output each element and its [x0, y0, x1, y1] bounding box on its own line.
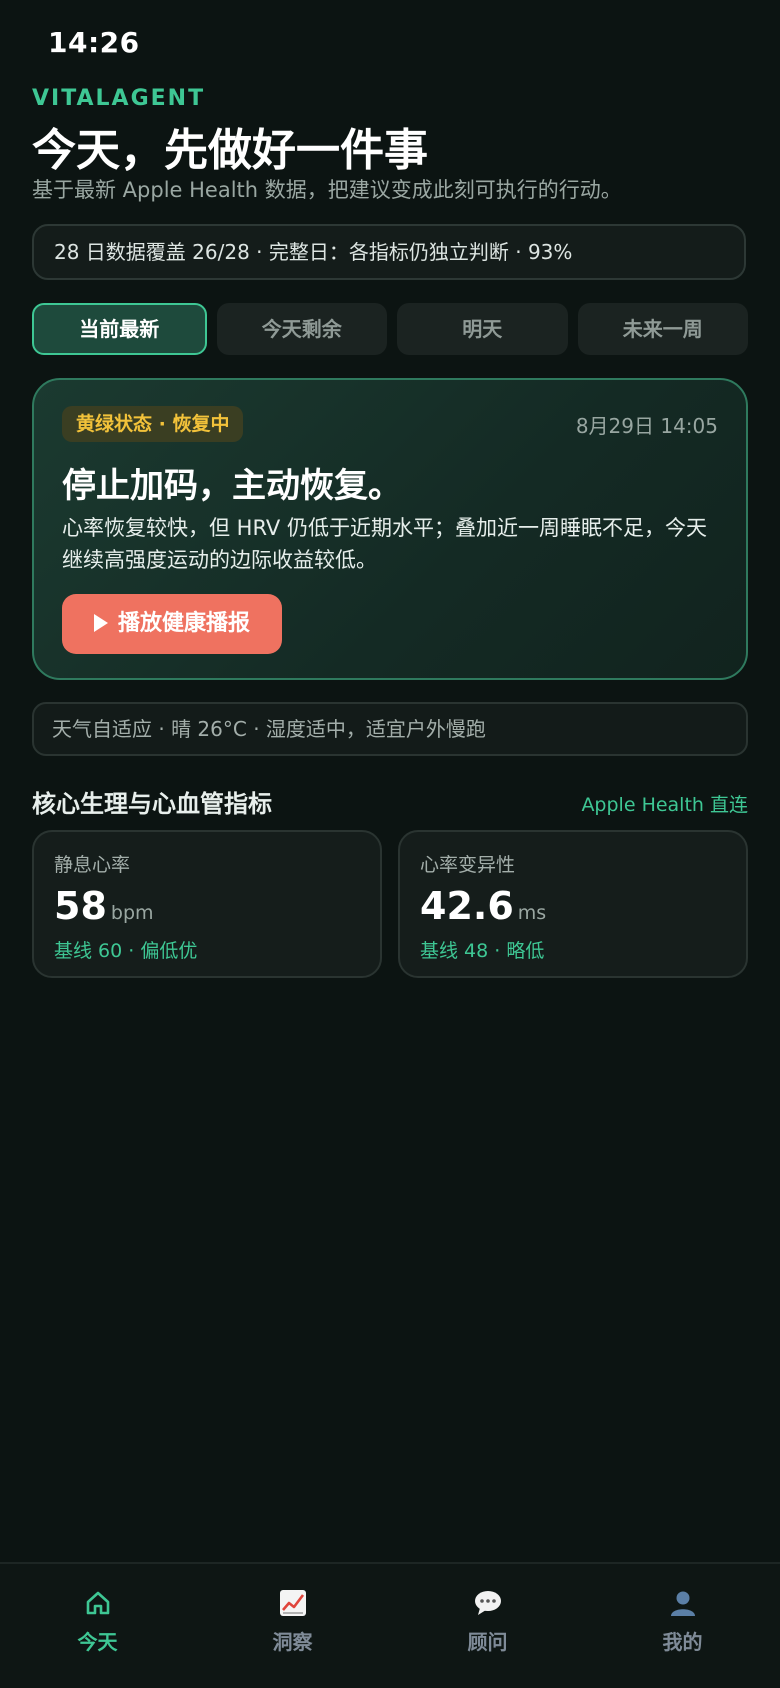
- recommendation-timestamp: 8月29日 14:05: [575, 414, 718, 438]
- bottom-navigation: 今天 洞察 顾问 我的: [0, 1562, 780, 1688]
- nav-label: 我的: [662, 1630, 703, 1654]
- metric-baseline-note: 基线 60 · 偏低优: [54, 940, 198, 962]
- play-button-label: 播放健康播报: [117, 611, 250, 636]
- brand-label: VITALAGENT: [32, 86, 206, 111]
- metric-number: 58: [54, 884, 107, 928]
- apple-health-link[interactable]: Apple Health 直连: [581, 790, 748, 817]
- status-badge: 黄绿状态 · 恢复中: [62, 406, 244, 442]
- tab-next-week[interactable]: 未来一周: [577, 303, 748, 355]
- recommendation-body: 心率恢复较快，但 HRV 仍低于近期水平；叠加近一周睡眠不足，今天继续高强度运动…: [62, 516, 707, 572]
- nav-item-profile[interactable]: 我的: [585, 1564, 780, 1688]
- tab-tomorrow[interactable]: 明天: [397, 303, 568, 355]
- play-health-briefing-button[interactable]: 播放健康播报: [62, 594, 282, 654]
- recommendation-title: 停止加码，主动恢复。: [62, 466, 402, 506]
- play-icon: [93, 614, 108, 632]
- home-icon: [0, 1584, 195, 1620]
- recommendation-card: 黄绿状态 · 恢复中 8月29日 14:05 停止加码，主动恢复。 心率恢复较快…: [32, 378, 748, 680]
- metrics-section-title: 核心生理与心血管指标: [32, 790, 272, 818]
- metric-baseline-note: 基线 48 · 略低: [420, 940, 545, 962]
- status-bar-time: 14:26: [48, 26, 140, 59]
- nav-label: 洞察: [272, 1630, 313, 1654]
- time-range-tabs: 当前最新 今天剩余 明天 未来一周: [32, 303, 748, 355]
- chart-icon: [195, 1584, 390, 1620]
- metric-label: 静息心率: [54, 854, 131, 876]
- metric-value: 42.6 ms: [420, 884, 546, 928]
- nav-item-advisor[interactable]: 顾问: [390, 1564, 585, 1688]
- tab-current-latest[interactable]: 当前最新: [32, 303, 207, 355]
- data-coverage-banner[interactable]: 28 日数据覆盖 26/28 · 完整日：各指标仍独立判断 · 93%: [32, 224, 746, 280]
- metric-card-hrv[interactable]: 心率变异性 42.6 ms 基线 48 · 略低: [398, 830, 748, 978]
- profile-icon: [585, 1584, 780, 1620]
- nav-label: 今天: [77, 1630, 118, 1654]
- nav-label: 顾问: [467, 1630, 508, 1654]
- nav-item-insights[interactable]: 洞察: [195, 1564, 390, 1688]
- nav-item-today[interactable]: 今天: [0, 1564, 195, 1688]
- page-subtitle: 基于最新 Apple Health 数据，把建议变成此刻可执行的行动。: [32, 178, 622, 202]
- metric-value: 58 bpm: [54, 884, 154, 928]
- metric-number: 42.6: [420, 884, 514, 928]
- metric-unit: ms: [517, 902, 547, 924]
- chat-icon: [390, 1584, 585, 1620]
- tab-rest-of-today[interactable]: 今天剩余: [216, 303, 387, 355]
- page-title: 今天，先做好一件事: [32, 125, 428, 176]
- metric-label: 心率变异性: [420, 854, 516, 876]
- weather-adaptive-banner[interactable]: 天气自适应 · 晴 26°C · 湿度适中，适宜户外慢跑: [32, 702, 748, 756]
- metric-card-resting-heart-rate[interactable]: 静息心率 58 bpm 基线 60 · 偏低优: [32, 830, 382, 978]
- metric-unit: bpm: [110, 902, 154, 924]
